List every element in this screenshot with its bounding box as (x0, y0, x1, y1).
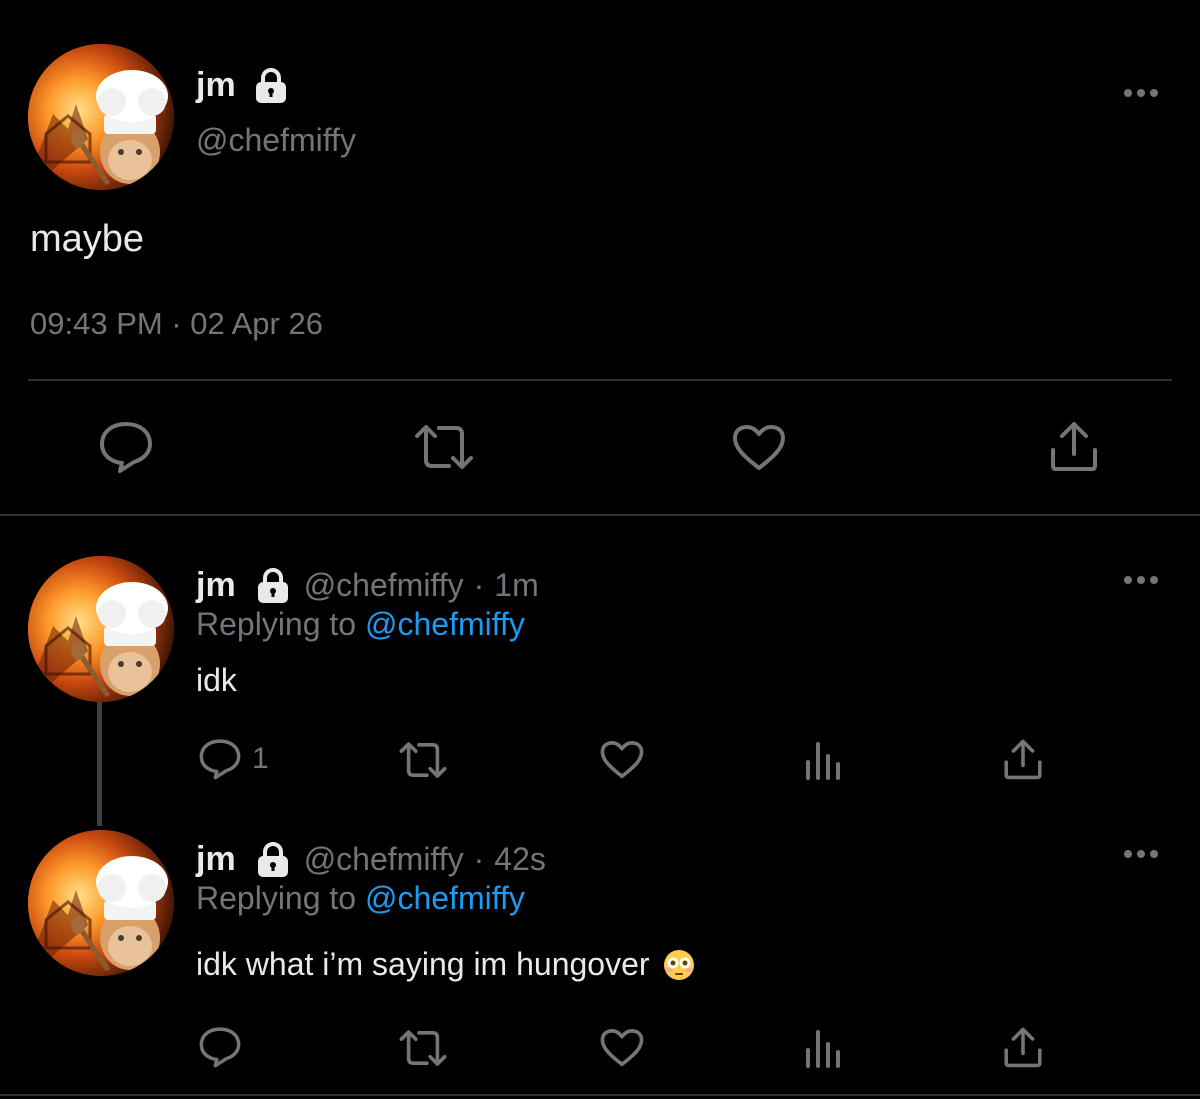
views-icon (806, 1030, 840, 1068)
views-button[interactable] (805, 740, 841, 780)
tweet-text: maybe (30, 218, 145, 260)
share-icon (1051, 422, 1097, 471)
tweet-thread-view: jm @chefmiffy maybe 09:43 PM · 02 Apr 26 (0, 0, 1200, 1099)
reply-icon (100, 422, 152, 473)
lock-icon (257, 841, 288, 877)
retweet-button[interactable] (413, 422, 475, 472)
reply-button[interactable] (98, 420, 154, 474)
display-name[interactable]: jm (196, 66, 236, 105)
like-icon (600, 1029, 644, 1067)
reply-count: 1 (252, 742, 269, 775)
share-button[interactable] (1049, 420, 1099, 472)
reply-time[interactable]: 1m (494, 567, 538, 604)
like-button[interactable] (732, 424, 786, 472)
more-options-icon[interactable] (1123, 574, 1159, 586)
like-button[interactable] (600, 1028, 644, 1068)
reply-icon (199, 739, 241, 780)
display-name-row[interactable]: jm (196, 66, 288, 105)
reply-time[interactable]: 42s (494, 841, 546, 878)
replying-to-line: Replying to @chefmiffy (196, 880, 525, 917)
share-icon (1004, 739, 1042, 780)
replying-prefix: Replying to (196, 880, 357, 916)
views-button[interactable] (805, 1028, 841, 1068)
mention-link[interactable]: @chefmiffy (365, 606, 525, 642)
tweet-timestamp[interactable]: 09:43 PM · 02 Apr 26 (30, 306, 323, 342)
lock-icon (255, 67, 286, 103)
avatar[interactable] (28, 44, 174, 190)
display-name[interactable]: jm (196, 566, 236, 605)
reply-header: jm @chefmiffy · 42s (196, 840, 546, 879)
avatar[interactable] (28, 830, 174, 976)
reply-text-content: idk what i’m saying im hungover (196, 946, 650, 982)
views-icon (806, 742, 840, 780)
reply-button[interactable]: 1 (198, 738, 269, 780)
handle[interactable]: @chefmiffy (304, 567, 464, 604)
divider (0, 1094, 1200, 1096)
handle[interactable]: @chefmiffy (304, 841, 464, 878)
reply-icon (199, 1027, 241, 1068)
retweet-icon (399, 742, 447, 778)
reply-text: idk what i’m saying im hungover (196, 946, 696, 983)
avatar[interactable] (28, 556, 174, 702)
retweet-icon (415, 425, 473, 469)
display-name[interactable]: jm (196, 840, 236, 879)
like-button[interactable] (600, 740, 644, 780)
handle[interactable]: @chefmiffy (196, 122, 356, 159)
separator: · (473, 567, 485, 603)
replying-prefix: Replying to (196, 606, 357, 642)
reply-text-content: idk (196, 662, 237, 698)
more-options-icon[interactable] (1123, 87, 1159, 99)
mention-link[interactable]: @chefmiffy (365, 880, 525, 916)
reply-text: idk (196, 662, 237, 699)
reply-header: jm @chefmiffy · 1m (196, 566, 539, 605)
retweet-button[interactable] (398, 740, 448, 780)
retweet-button[interactable] (398, 1028, 448, 1068)
like-icon (733, 425, 785, 470)
lock-icon (257, 567, 288, 603)
share-button[interactable] (1003, 738, 1043, 780)
divider (28, 379, 1172, 381)
divider (0, 514, 1200, 516)
retweet-icon (399, 1030, 447, 1066)
more-options-icon[interactable] (1123, 848, 1159, 860)
replying-to-line: Replying to @chefmiffy (196, 606, 525, 643)
share-icon (1004, 1027, 1042, 1068)
chef-cat-avatar-image (28, 556, 174, 702)
thread-connector-line (97, 702, 102, 826)
flushed-face-emoji-icon (663, 949, 694, 980)
reply-button[interactable] (198, 1026, 242, 1068)
share-button[interactable] (1003, 1026, 1043, 1068)
separator: · (473, 841, 485, 877)
like-icon (600, 741, 644, 779)
chef-cat-avatar-image (28, 830, 174, 976)
chef-cat-avatar-image (28, 44, 174, 190)
